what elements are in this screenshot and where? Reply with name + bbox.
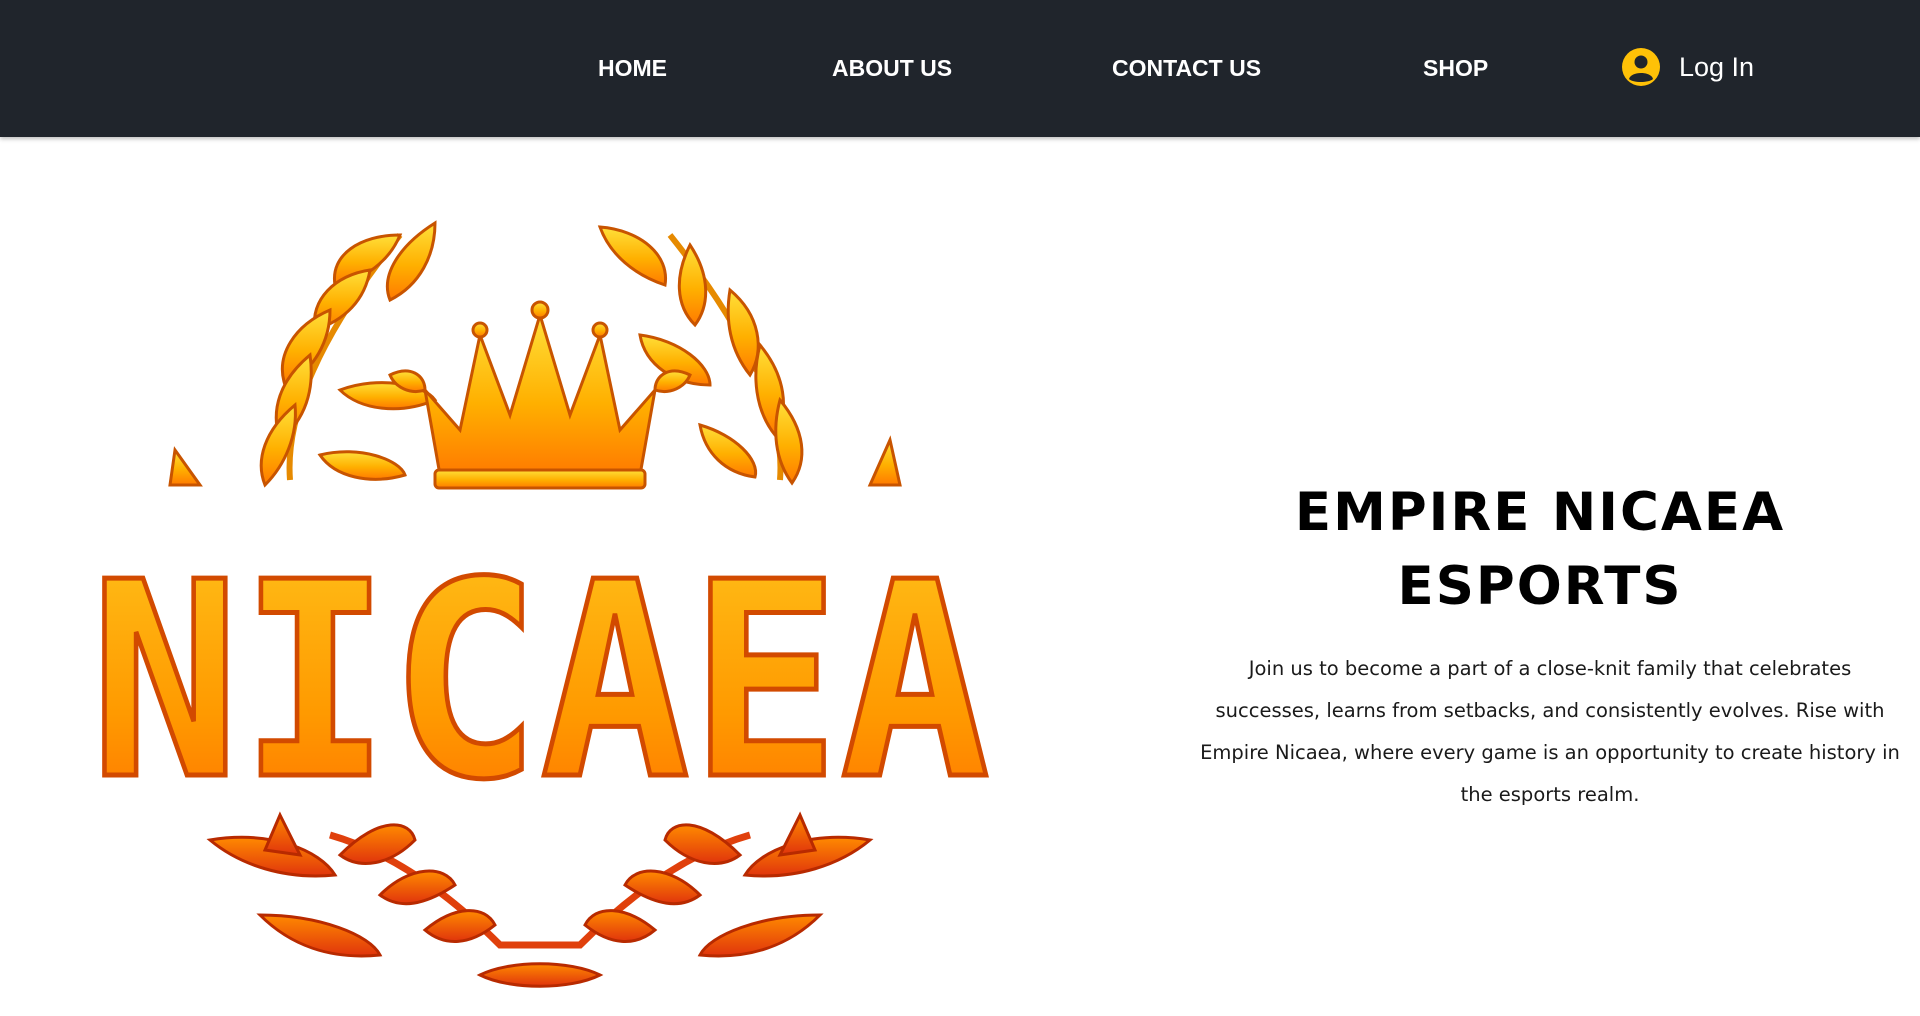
user-avatar-icon — [1621, 47, 1661, 87]
crown — [388, 300, 692, 490]
hero-title: EMPIRE NICAEA ESPORTS — [1190, 476, 1890, 624]
login-button[interactable]: Log In — [1621, 44, 1754, 90]
hero-description: Join us to become a part of a close-knit… — [1200, 657, 1900, 806]
hero-title-line2: ESPORTS — [1397, 556, 1683, 617]
nav-contact-us[interactable]: CONTACT US — [1112, 0, 1261, 137]
nicaea-logo: NICAEA — [80, 215, 1000, 995]
nav-home[interactable]: HOME — [598, 0, 667, 137]
site-header: HOME ABOUT US CONTACT US SHOP Log In — [0, 0, 1920, 137]
left-laurel — [168, 220, 438, 488]
nav-shop[interactable]: SHOP — [1423, 0, 1488, 137]
hero-title-line1: EMPIRE NICAEA — [1294, 482, 1786, 543]
nav-about-us[interactable]: ABOUT US — [832, 0, 952, 137]
logo-wordmark: NICAEA — [90, 524, 990, 839]
login-label: Log In — [1679, 51, 1755, 82]
bottom-laurel — [206, 811, 874, 988]
